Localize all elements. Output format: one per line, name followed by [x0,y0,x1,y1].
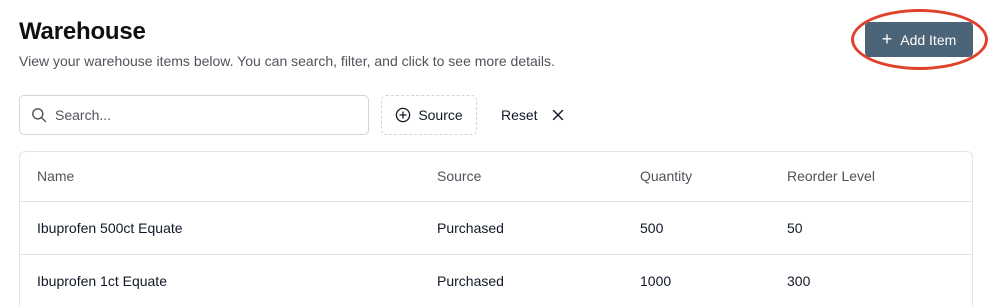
page-title: Warehouse [19,18,146,45]
reset-button[interactable]: Reset [490,95,580,135]
column-header-quantity[interactable]: Quantity [623,152,770,201]
cell-quantity: 1000 [623,253,770,307]
column-header-name[interactable]: Name [20,152,420,201]
cell-name: Ibuprofen 1ct Equate [20,253,420,307]
page-subtitle: View your warehouse items below. You can… [19,53,555,69]
table-row[interactable]: Ibuprofen 500ct Equate Purchased 500 50 [20,200,972,254]
warehouse-table: Name Source Quantity Reorder Level Ibupr… [19,151,973,307]
add-item-label: Add Item [900,31,957,48]
search-icon [32,108,47,123]
plus-circle-icon [396,107,411,123]
table-header-row: Name Source Quantity Reorder Level [20,152,972,201]
column-header-source[interactable]: Source [420,152,623,201]
cell-reorder-level: 300 [770,253,972,307]
search-field[interactable] [19,95,369,135]
reset-label: Reset [501,107,538,123]
cell-source: Purchased [420,253,623,307]
source-filter-button[interactable]: Source [381,95,477,135]
table-row[interactable]: Ibuprofen 1ct Equate Purchased 1000 300 [20,253,972,307]
source-filter-label: Source [418,107,463,123]
add-item-button[interactable]: + Add Item [865,22,973,57]
close-icon [552,109,563,121]
cell-name: Ibuprofen 500ct Equate [20,200,420,254]
search-input[interactable] [55,107,345,123]
cell-reorder-level: 50 [770,200,972,254]
cell-quantity: 500 [623,200,770,254]
plus-icon: + [881,28,893,49]
cell-source: Purchased [420,200,623,254]
column-header-reorder-level[interactable]: Reorder Level [770,152,972,201]
